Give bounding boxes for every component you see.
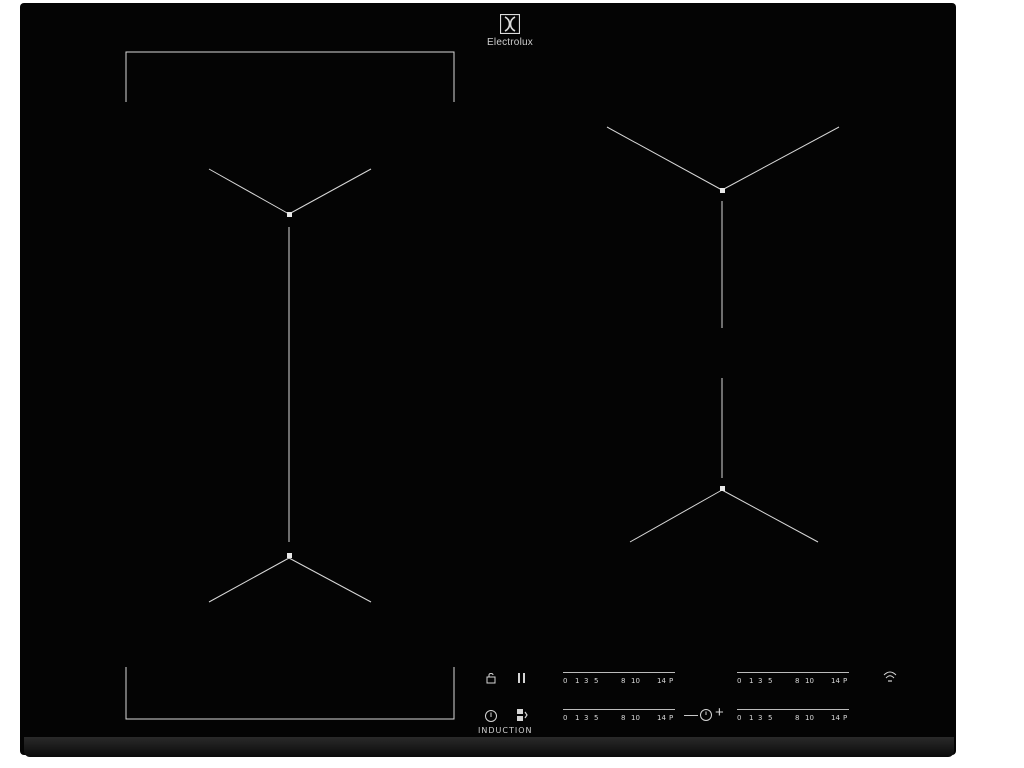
slider-tick-label: 5 [768,677,773,685]
power-slider-front-left[interactable]: 0 1 3 5 8 10 14 P [563,672,681,692]
cooking-zone-markings [125,51,840,720]
slider-tick-label: 1 [575,677,580,685]
slider-tick-label: 0 [563,714,568,722]
electrolux-logo [500,14,520,34]
slider-track [563,709,675,710]
slider-tick-label: 3 [758,677,763,685]
slider-tick-label: 8 [795,714,800,722]
slider-tick-label: 8 [621,677,626,685]
slider-tick-label: 1 [749,677,754,685]
slider-tick-label: 10 [631,677,640,685]
timer-minus-button[interactable]: — [684,706,698,722]
slider-tick-label: 3 [584,677,589,685]
slider-tick-label: 14 [657,714,666,722]
power-slider-rear-left[interactable]: 0 1 3 5 8 10 14 P [563,709,681,729]
slider-tick-label: 10 [631,714,640,722]
slider-tick-label: 8 [621,714,626,722]
brand-badge: Electrolux [470,14,550,48]
slider-tick-label: 0 [563,677,568,685]
slider-track [737,709,849,710]
slider-tick-label: P [843,677,848,685]
slider-tick-label: P [669,677,674,685]
slider-tick-label: 1 [575,714,580,722]
lock-icon[interactable] [485,672,497,684]
slider-tick-label: 8 [795,677,800,685]
slider-tick-label: 3 [584,714,589,722]
zone-center-dot [287,212,292,217]
slider-tick-label: 5 [594,677,599,685]
slider-tick-label: 3 [758,714,763,722]
slider-track [737,672,849,673]
slider-tick-label: 0 [737,714,742,722]
slider-tick-label: 5 [768,714,773,722]
slider-tick-label: 10 [805,714,814,722]
brand-name: Electrolux [487,37,533,48]
zone-center-dot [720,486,725,491]
bridge-icon[interactable] [516,708,530,722]
pause-icon[interactable] [517,672,527,684]
zone-center-dot [287,553,292,558]
timer-plus-button[interactable]: + [715,704,724,721]
slider-tick-label: P [669,714,674,722]
timer-icon[interactable] [699,708,713,722]
slider-tick-label: 5 [594,714,599,722]
slider-tick-label: 14 [831,714,840,722]
slider-tick-label: P [843,714,848,722]
left-zone-frame-bottom [125,667,455,720]
slider-track [563,672,675,673]
slider-tick-label: 14 [831,677,840,685]
wifi-icon[interactable] [882,669,898,685]
slider-tick-label: 1 [749,714,754,722]
power-icon[interactable] [484,709,498,723]
zone-center-dot [720,188,725,193]
slider-tick-label: 14 [657,677,666,685]
induction-label: INDUCTION [478,726,533,735]
slider-tick-label: 0 [737,677,742,685]
power-slider-rear-right[interactable]: 0 1 3 5 8 10 14 P [737,709,855,729]
slider-tick-label: 10 [805,677,814,685]
left-zone-frame-top [125,51,455,102]
power-slider-front-right[interactable]: 0 1 3 5 8 10 14 P [737,672,855,692]
